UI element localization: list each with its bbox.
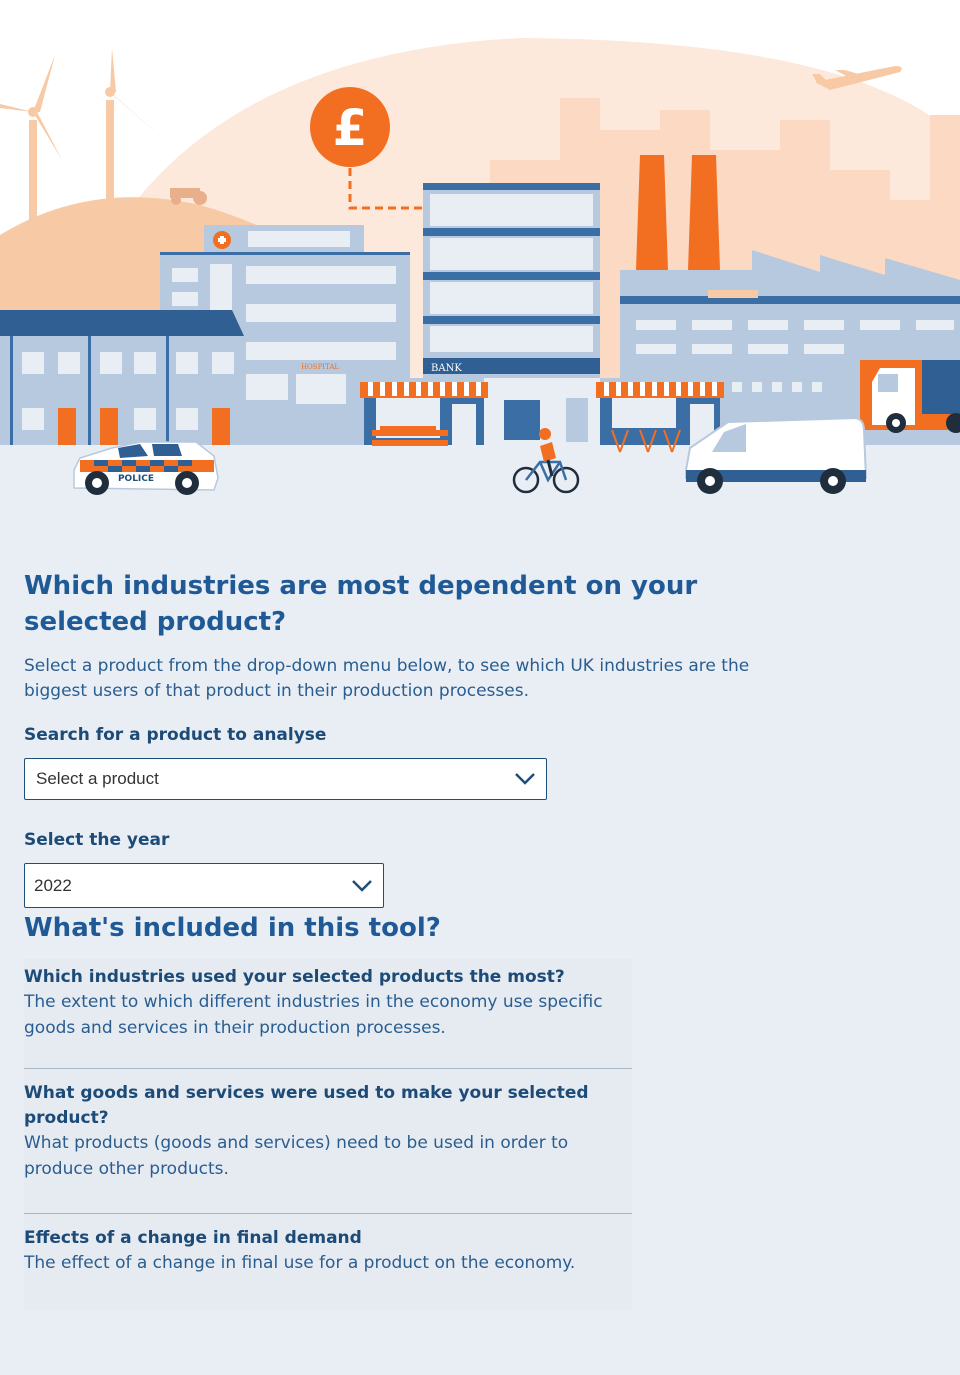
main-content: Which industries are most dependent on y… [24,568,936,1310]
hospital-sign: HOSPITAL [301,363,339,371]
year-select-dropdown[interactable]: 2022 [24,863,384,908]
houses-row [0,310,244,445]
tool-info-item-title: What goods and services were used to mak… [24,1083,589,1128]
chevron-down-icon [352,879,372,892]
bank-sign: BANK [431,363,462,374]
tool-info-title: What's included in this tool? [24,913,441,943]
year-select-value: 2022 [34,875,72,895]
page-title: Which industries are most dependent on y… [24,571,698,637]
chevron-down-icon [515,773,535,785]
hero-illustration: £ HOSPITAL BANK POLICE [0,0,960,520]
intro-text: Select a product from the drop-down menu… [24,656,750,701]
tool-info-item: Which industries used your selected prod… [24,959,632,1068]
product-search-label: Search for a product to analyse [24,725,327,745]
product-select-value: Select a product [36,769,159,788]
tool-info-item-description: The extent to which different industries… [24,992,603,1038]
tool-info-item: What goods and services were used to mak… [24,1069,632,1213]
tool-info-item: Effects of a change in final demand The … [24,1214,632,1310]
tool-info-item-title: Effects of a change in final demand [24,1228,362,1248]
product-select-dropdown[interactable]: Select a product [24,758,547,800]
tool-info-item-description: What products (goods and services) need … [24,1133,569,1179]
year-select-label: Select the year [24,830,170,850]
police-label: POLICE [118,474,154,484]
tool-info-list: Which industries used your selected prod… [24,959,632,1310]
city-scene-illustration: £ HOSPITAL BANK POLICE [0,0,960,520]
pound-symbol: £ [333,99,368,157]
tool-info-item-title: Which industries used your selected prod… [24,967,565,987]
tool-info-item-description: The effect of a change in final use for … [24,1253,576,1273]
truck-icon [860,360,960,433]
